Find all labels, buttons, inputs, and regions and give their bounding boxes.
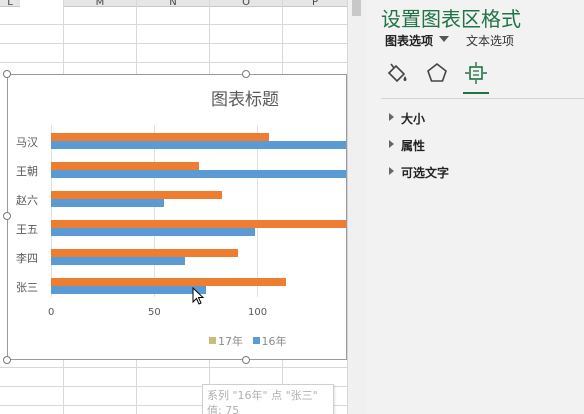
gridline bbox=[0, 24, 347, 25]
chart-title[interactable]: 图表标题 bbox=[211, 85, 279, 110]
chevron-right-icon[interactable] bbox=[389, 113, 394, 121]
bar-series16[interactable] bbox=[51, 199, 165, 207]
active-icon-indicator bbox=[463, 92, 489, 94]
legend-swatch-17 bbox=[209, 337, 216, 344]
legend-label-16: 16年 bbox=[261, 335, 287, 348]
bar-series17[interactable] bbox=[51, 249, 239, 257]
bar-series17[interactable] bbox=[51, 133, 270, 141]
bar-series17[interactable] bbox=[51, 162, 200, 170]
chevron-right-icon[interactable] bbox=[389, 167, 394, 175]
column-header-p[interactable]: P bbox=[283, 0, 347, 7]
spreadsheet-grid[interactable]: L M N O P 图表标题 系列 "16年" 点 "张三" 值: 75 0 50… bbox=[0, 0, 347, 414]
gridline bbox=[0, 62, 347, 63]
vertical-scrollbar[interactable] bbox=[347, 0, 368, 414]
tab-text-options[interactable]: 文本选项 bbox=[466, 32, 514, 49]
chevron-right-icon[interactable] bbox=[389, 140, 394, 148]
gridline bbox=[0, 367, 347, 368]
x-gridline bbox=[51, 125, 52, 297]
column-header-l[interactable]: L bbox=[0, 0, 20, 7]
data-point-tooltip: 系列 "16年" 点 "张三" 值: 75 bbox=[202, 384, 334, 414]
y-category-label: 王五 bbox=[16, 223, 38, 236]
pane-title: 设置图表区格式 bbox=[381, 7, 521, 31]
y-category-label: 马汉 bbox=[16, 136, 38, 149]
bar-series16[interactable] bbox=[51, 170, 346, 178]
tooltip-value-line: 值: 75 bbox=[207, 404, 240, 414]
gridline bbox=[0, 43, 347, 44]
section-alt-text[interactable]: 可选文字 bbox=[401, 164, 449, 181]
format-chart-area-pane: 设置图表区格式 图表选项 文本选项 大小 属性 可选文字 bbox=[367, 0, 584, 414]
resize-handle-left[interactable] bbox=[3, 212, 11, 220]
pane-divider bbox=[381, 98, 584, 99]
resize-handle-top-left[interactable] bbox=[3, 70, 11, 78]
effects-pentagon-icon[interactable] bbox=[424, 60, 450, 86]
bar-series16[interactable] bbox=[51, 286, 206, 294]
section-properties[interactable]: 属性 bbox=[401, 137, 425, 154]
chevron-down-icon[interactable] bbox=[439, 36, 449, 42]
tab-chart-options[interactable]: 图表选项 bbox=[385, 32, 433, 49]
x-tick-label: 100 bbox=[248, 307, 268, 318]
bar-series16[interactable] bbox=[51, 257, 185, 265]
bar-series17[interactable] bbox=[51, 220, 346, 228]
chart-legend[interactable]: 17年 16年 bbox=[209, 333, 287, 349]
tooltip-series-line: 系列 "16年" 点 "张三" bbox=[207, 389, 318, 402]
fill-line-icon[interactable] bbox=[385, 60, 411, 86]
x-gridline bbox=[257, 125, 258, 297]
legend-swatch-16 bbox=[252, 337, 260, 344]
resize-handle-bottom[interactable] bbox=[242, 356, 250, 364]
y-category-label: 王朝 bbox=[16, 165, 38, 178]
section-size[interactable]: 大小 bbox=[401, 110, 425, 127]
mouse-pointer-icon bbox=[192, 287, 205, 305]
size-properties-icon[interactable] bbox=[463, 60, 489, 86]
x-tick-label: 50 bbox=[148, 307, 161, 318]
bar-series16[interactable] bbox=[51, 141, 346, 149]
x-gridline bbox=[154, 125, 155, 297]
bar-series16[interactable] bbox=[51, 228, 255, 236]
column-header-m[interactable]: M bbox=[64, 0, 136, 7]
y-category-label: 张三 bbox=[16, 281, 38, 294]
x-tick-label: 0 bbox=[48, 307, 55, 318]
scrollbar-thumb[interactable] bbox=[352, 0, 361, 16]
y-category-label: 赵六 bbox=[16, 194, 38, 207]
column-header-o[interactable]: O bbox=[210, 0, 282, 7]
bar-series17[interactable] bbox=[51, 191, 222, 199]
resize-handle-top[interactable] bbox=[242, 70, 250, 78]
legend-label-17: 17年 bbox=[218, 335, 243, 348]
resize-handle-bottom-left[interactable] bbox=[3, 356, 11, 364]
column-header-n[interactable]: N bbox=[137, 0, 209, 7]
chart-area[interactable]: 图表标题 系列 "16年" 点 "张三" 值: 75 0 50 100 马汉王朝赵六王… bbox=[7, 74, 347, 414]
y-category-label: 李四 bbox=[16, 252, 38, 265]
bar-series17[interactable] bbox=[51, 278, 286, 286]
